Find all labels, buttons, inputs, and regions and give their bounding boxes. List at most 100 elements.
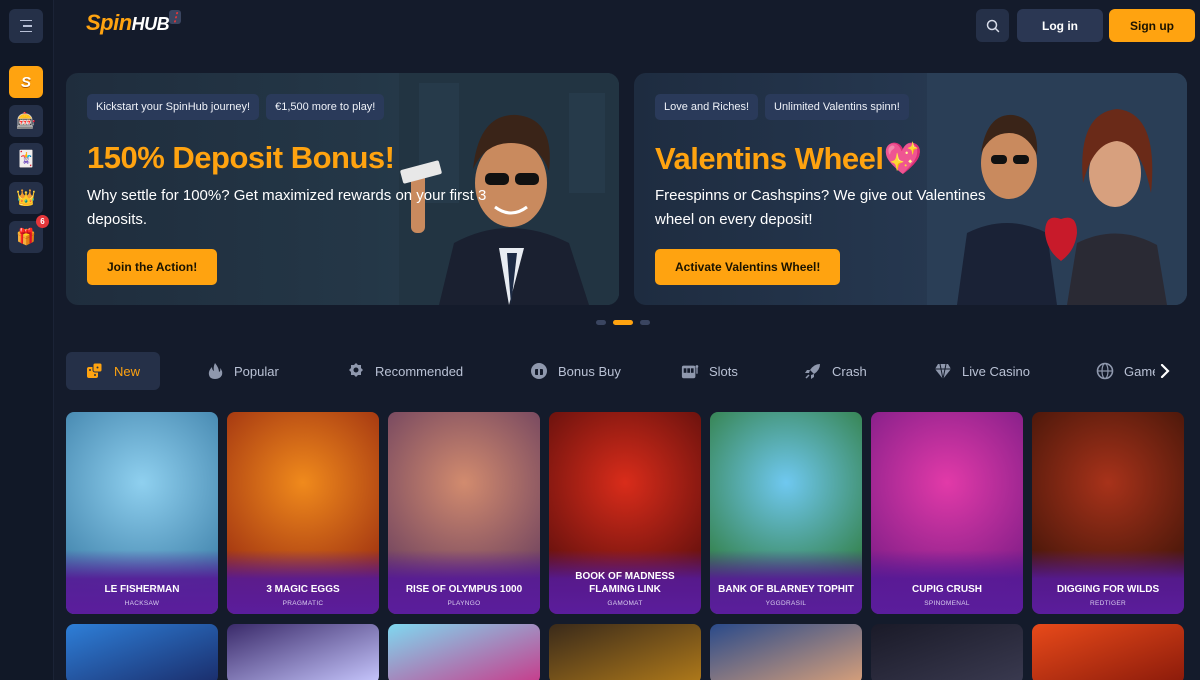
logo-text-hub: HUB — [131, 14, 170, 34]
game-thumbnail-image — [710, 624, 862, 680]
game-card[interactable]: LE FISHERMAN HACKSAW — [66, 412, 218, 614]
promo-banner-valentins-wheel[interactable]: Love and Riches! Unlimited Valentins spi… — [634, 73, 1187, 305]
banner-text: Freespinns or Cashspins? We give out Val… — [655, 187, 986, 228]
activate-wheel-button[interactable]: Activate Valentins Wheel! — [655, 249, 841, 285]
banner-tag: €1,500 more to play! — [266, 94, 385, 120]
banner-tag: Love and Riches! — [655, 94, 758, 120]
tab-label: New — [114, 363, 141, 379]
badge-icon — [347, 362, 365, 380]
game-provider: YGGDRASIL — [765, 600, 807, 607]
game-name: BOOK OF MADNESS FLAMING LINK — [575, 571, 675, 595]
game-card[interactable]: DIGGING FOR WILDS REDTIGER — [1032, 412, 1184, 614]
game-name: DIGGING FOR WILDS — [1056, 584, 1160, 595]
game-provider: PLAYNGO — [447, 600, 481, 607]
hamburger-icon — [20, 18, 32, 35]
signup-button[interactable]: Sign up — [1109, 9, 1195, 42]
tab-label: Slots — [709, 363, 738, 379]
banner-tag: Kickstart your SpinHub journey! — [87, 94, 260, 120]
game-provider: PRAGMATIC — [282, 600, 324, 607]
search-button[interactable] — [976, 9, 1009, 42]
tab-label: Bonus Buy — [558, 363, 621, 379]
game-grid: LE FISHERMAN HACKSAW 3 MAGIC EGGS PRAGMATIC… — [66, 412, 1196, 680]
game-name: RISE OF OLYMPUS 1000 — [405, 584, 523, 595]
tab-label: Popular — [234, 363, 279, 379]
game-card[interactable] — [710, 624, 862, 680]
game-card[interactable] — [66, 624, 218, 680]
tab-crash[interactable]: Crash — [794, 352, 877, 390]
tab-bonus-buy[interactable]: Bonus Buy — [520, 352, 631, 390]
rail-item-promotions[interactable]: 🎁 6 — [9, 215, 49, 253]
category-tabs: New Popular Recommended Bonus Buy Slots … — [66, 352, 1181, 390]
join-action-button[interactable]: Join the Action! — [87, 249, 218, 285]
login-button[interactable]: Log in — [1017, 9, 1103, 42]
game-card[interactable]: CUPIG CRUSH SPINOMENAL — [871, 412, 1023, 614]
spinhub-logo[interactable]: SpinHUB⋮ — [86, 10, 181, 36]
game-name: 3 MAGIC EGGS — [266, 584, 340, 595]
game-thumbnail-image — [549, 624, 701, 680]
game-card[interactable]: BANK OF BLARNEY TOPHIT YGGDRASIL — [710, 412, 862, 614]
rail-item-home[interactable]: S — [9, 66, 43, 98]
tab-live-casino[interactable]: Live Casino — [924, 352, 1040, 390]
bonus-icon — [530, 362, 548, 380]
playing-cards-icon: 🃏 — [16, 151, 36, 168]
rail-item-slots[interactable]: 🎰 — [9, 105, 43, 137]
tab-slots[interactable]: Slots — [671, 352, 748, 390]
carousel-dot[interactable] — [596, 320, 606, 325]
carousel-dot[interactable] — [640, 320, 650, 325]
game-thumbnail-image — [66, 624, 218, 680]
game-name: BANK OF BLARNEY TOPHIT — [718, 584, 854, 595]
game-card[interactable] — [1032, 624, 1184, 680]
game-thumbnail-image — [871, 624, 1023, 680]
game-thumbnail-image — [227, 624, 379, 680]
game-card[interactable]: 3 MAGIC EGGS PRAGMATIC — [227, 412, 379, 614]
carousel-pagination — [596, 320, 650, 325]
top-header: SpinHUB⋮ Log in Sign up — [54, 0, 1200, 52]
game-provider: REDTIGER — [1090, 600, 1126, 607]
rocket-icon — [804, 362, 822, 380]
tab-label: Crash — [832, 363, 867, 379]
tab-label: Live Casino — [962, 363, 1030, 379]
game-thumbnail-image — [388, 624, 540, 680]
notification-badge: 6 — [36, 215, 49, 228]
rail-item-vip[interactable]: 👑 — [9, 182, 43, 214]
tab-popular[interactable]: Popular — [196, 352, 289, 390]
tab-label: Recommended — [375, 363, 464, 379]
spinhub-s-icon: S — [20, 73, 31, 91]
chevron-right-icon — [1160, 364, 1170, 378]
left-rail: S 🎰 🃏 👑 🎁 6 — [0, 0, 54, 680]
game-card[interactable] — [227, 624, 379, 680]
diamond-icon — [934, 362, 952, 380]
menu-button[interactable] — [9, 9, 43, 43]
search-icon — [986, 19, 999, 32]
game-provider: SPINOMENAL — [924, 600, 970, 607]
tab-recommended[interactable]: Recommended — [337, 352, 473, 390]
slot-machine-icon: 🎰 — [16, 113, 36, 130]
slot-icon — [681, 362, 699, 380]
tab-new[interactable]: New — [66, 352, 161, 390]
game-thumbnail-image — [1032, 624, 1184, 680]
game-card[interactable]: BOOK OF MADNESS FLAMING LINK GAMOMAT — [549, 412, 701, 614]
banner-text: Why settle for 100%? Get maximized rewar… — [87, 187, 487, 228]
crown-icon: 👑 — [16, 190, 36, 207]
game-provider: GAMOMAT — [607, 600, 643, 607]
dice-icon — [86, 362, 104, 380]
carousel-dot-active[interactable] — [613, 320, 633, 325]
game-card[interactable] — [388, 624, 540, 680]
game-provider: HACKSAW — [124, 600, 160, 607]
banner-tag: Unlimited Valentins spinn! — [765, 94, 909, 120]
game-name: LE FISHERMAN — [104, 584, 180, 595]
game-name: CUPIG CRUSH — [911, 584, 982, 595]
banner-title: 150% Deposit Bonus! — [87, 140, 395, 175]
logo-spark-icon: ⋮ — [169, 10, 181, 24]
logo-text-spin: Spin — [86, 10, 132, 35]
tabs-scroll-right-button[interactable] — [1155, 360, 1175, 382]
game-card[interactable] — [871, 624, 1023, 680]
game-card[interactable] — [549, 624, 701, 680]
flame-icon — [206, 362, 224, 380]
game-card[interactable]: RISE OF OLYMPUS 1000 PLAYNGO — [388, 412, 540, 614]
banner-title: Valentins Wheel💖 — [655, 141, 922, 176]
globe-icon — [1096, 362, 1114, 380]
gift-icon: 🎁 — [16, 229, 36, 246]
promo-banner-deposit-bonus[interactable]: Kickstart your SpinHub journey! €1,500 m… — [66, 73, 619, 305]
rail-item-table-games[interactable]: 🃏 — [9, 143, 43, 175]
